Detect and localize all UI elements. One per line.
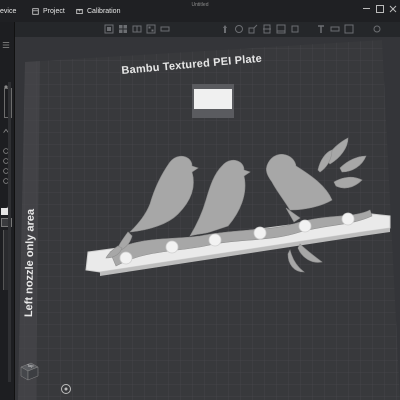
arrange-icon[interactable]	[146, 24, 156, 34]
place-on-face-icon[interactable]	[276, 24, 286, 34]
plate-icon[interactable]	[160, 24, 170, 34]
toolbar	[0, 22, 400, 37]
close-button[interactable]	[388, 2, 398, 14]
tab-project[interactable]: Project	[32, 0, 65, 22]
view-options-icon[interactable]	[372, 24, 382, 34]
left-side-panel	[0, 22, 15, 400]
tab-calibration-label: Calibration	[87, 7, 121, 15]
auto-orient-icon[interactable]	[132, 24, 142, 34]
top-bar: Untitled evice Project Calibration	[0, 0, 400, 23]
close-icon	[389, 5, 397, 13]
support-paint-icon[interactable]	[290, 24, 300, 34]
scale-icon[interactable]	[248, 24, 258, 34]
left-nozzle-area-label: Left nozzle only area	[23, 208, 37, 318]
camera-reset-icon[interactable]	[60, 382, 72, 394]
measure-icon[interactable]	[330, 24, 340, 34]
move-icon[interactable]	[220, 24, 230, 34]
tab-device-label: evice	[0, 7, 17, 15]
calibration-icon	[76, 8, 83, 14]
assembly-icon[interactable]	[344, 24, 354, 34]
tab-calibration[interactable]: Calibration	[76, 0, 120, 22]
maximize-button[interactable]	[376, 5, 384, 13]
cut-icon[interactable]	[262, 24, 272, 34]
plate-swatch-light	[194, 89, 232, 109]
minimize-button[interactable]	[363, 8, 370, 9]
grid-icon[interactable]	[118, 24, 128, 34]
panel-scrollbar[interactable]	[8, 82, 11, 382]
build-plate-scene[interactable]	[15, 37, 400, 400]
tab-device[interactable]: evice	[0, 0, 16, 22]
panel-list-icon[interactable]	[2, 36, 10, 48]
rotate-icon[interactable]	[234, 24, 244, 34]
tab-project-label: Project	[43, 7, 65, 15]
3d-viewport[interactable]: Bambu Textured PEI Plate Left nozzle onl…	[15, 37, 400, 400]
view-cube[interactable]: Top	[18, 359, 40, 381]
view-cube-label: Top	[27, 363, 34, 368]
add-object-icon[interactable]	[104, 24, 114, 34]
text-tool-icon[interactable]	[316, 24, 326, 34]
project-icon	[32, 7, 39, 15]
